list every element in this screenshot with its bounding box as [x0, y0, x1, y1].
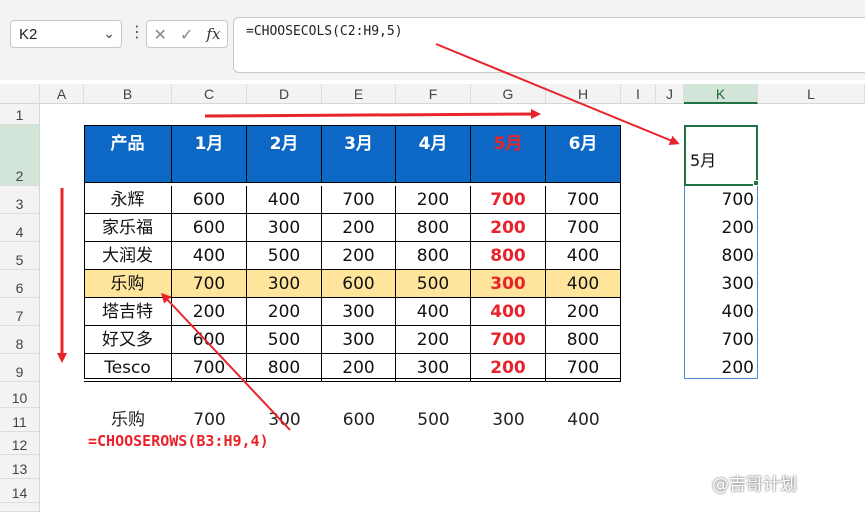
arrow-formula-to-k2 [435, 43, 680, 145]
arrow-formula-to-row [160, 292, 291, 431]
annotation-arrows [57, 43, 680, 431]
watermark: @吉哥计划 [712, 475, 797, 495]
arrow-right [204, 109, 541, 120]
